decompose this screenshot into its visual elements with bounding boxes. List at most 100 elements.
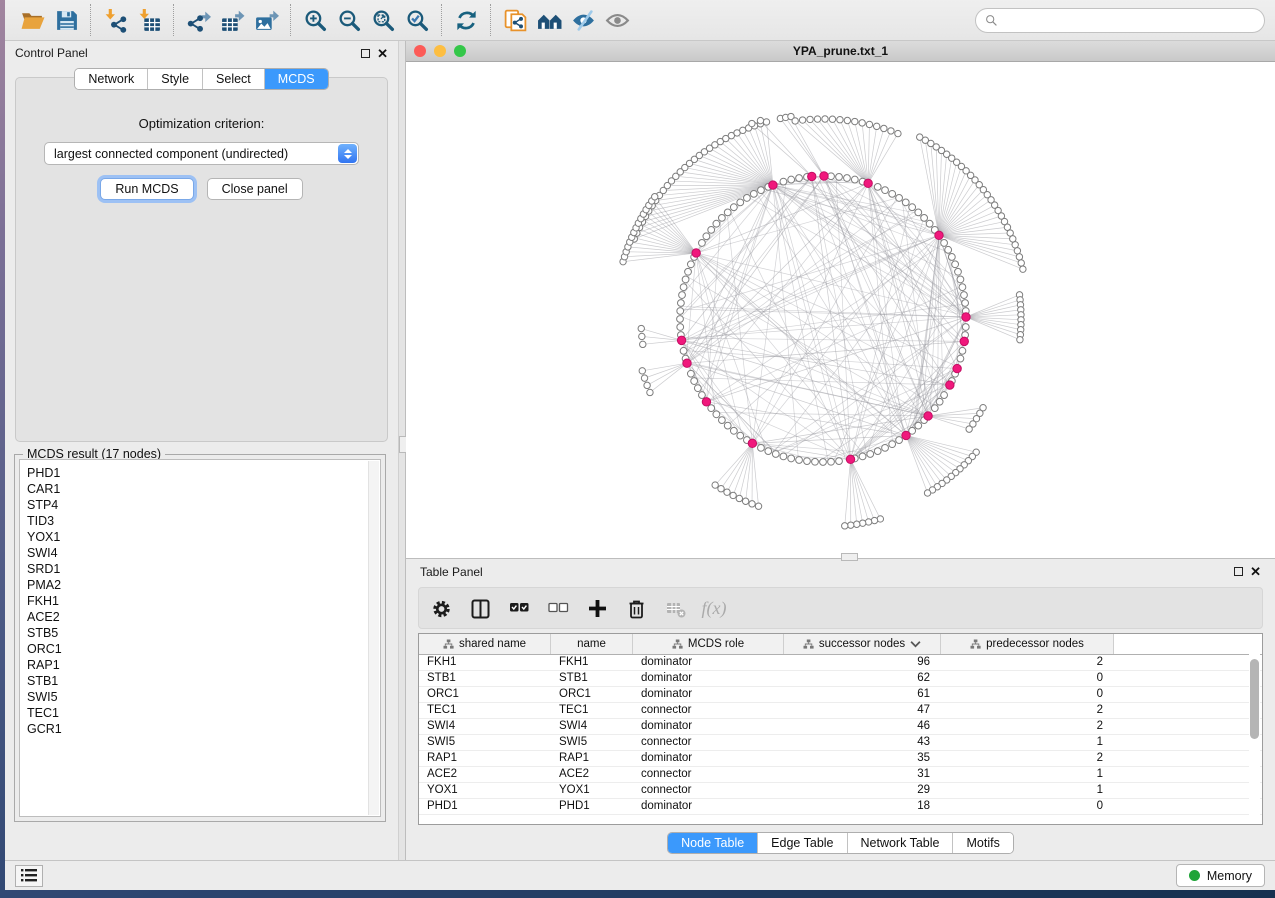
close-panel-button[interactable]: Close panel: [207, 178, 303, 200]
table-row[interactable]: PHD1PHD1dominator180: [419, 799, 1262, 815]
network-node[interactable]: [730, 204, 737, 211]
column-header-MCDS-role[interactable]: MCDS role: [633, 634, 784, 654]
network-node[interactable]: [915, 209, 922, 216]
task-history-button[interactable]: [15, 865, 43, 887]
table-row[interactable]: ORC1ORC1dominator610: [419, 687, 1262, 703]
network-node[interactable]: [867, 451, 874, 458]
mcds-hub-node[interactable]: [924, 412, 932, 420]
mcds-result-item[interactable]: PMA2: [27, 577, 380, 593]
mcds-hub-node[interactable]: [702, 398, 710, 406]
network-node[interactable]: [1020, 266, 1026, 272]
mcds-hub-node[interactable]: [748, 439, 756, 447]
network-node[interactable]: [677, 300, 684, 307]
float-table-panel-icon[interactable]: [1234, 567, 1243, 576]
mcds-result-list[interactable]: PHD1CAR1STP4TID3YOX1SWI4SRD1PMA2FKH1ACE2…: [19, 459, 381, 817]
network-node[interactable]: [1018, 260, 1024, 266]
network-node[interactable]: [792, 118, 798, 124]
mcds-hub-node[interactable]: [935, 231, 943, 239]
network-node[interactable]: [866, 121, 872, 127]
network-node[interactable]: [749, 120, 755, 126]
mcds-result-item[interactable]: STB1: [27, 673, 380, 689]
mcds-result-item[interactable]: ACE2: [27, 609, 380, 625]
horizontal-splitter-grip[interactable]: [841, 553, 858, 561]
network-node[interactable]: [1014, 248, 1020, 254]
mcds-hub-node[interactable]: [769, 181, 777, 189]
run-mcds-button[interactable]: Run MCDS: [100, 178, 193, 200]
open-button[interactable]: [15, 5, 49, 35]
network-node[interactable]: [844, 175, 851, 182]
mcds-hub-node[interactable]: [864, 179, 872, 187]
table-row[interactable]: FKH1FKH1dominator962: [419, 655, 1262, 671]
close-panel-icon[interactable]: ✕: [377, 49, 388, 58]
deselect-all-checks-button[interactable]: [546, 596, 570, 620]
show-all-button[interactable]: [600, 5, 634, 35]
network-node[interactable]: [854, 521, 860, 527]
tab-edge-table[interactable]: Edge Table: [758, 833, 847, 853]
zoom-fit-button[interactable]: [366, 5, 400, 35]
network-node[interactable]: [694, 385, 701, 392]
tab-select[interactable]: Select: [203, 69, 265, 89]
network-node[interactable]: [874, 183, 881, 190]
optimization-select[interactable]: largest connected component (undirected): [44, 142, 359, 165]
mcds-result-item[interactable]: CAR1: [27, 481, 380, 497]
mcds-hub-node[interactable]: [953, 364, 961, 372]
network-node[interactable]: [881, 125, 887, 131]
delete-column-button[interactable]: [624, 596, 648, 620]
network-node[interactable]: [926, 220, 933, 227]
network-node[interactable]: [807, 116, 813, 122]
network-node[interactable]: [961, 292, 968, 299]
network-node[interactable]: [820, 459, 827, 466]
network-node[interactable]: [685, 268, 692, 275]
mcds-result-item[interactable]: TID3: [27, 513, 380, 529]
mcds-hub-node[interactable]: [962, 313, 970, 321]
network-node[interactable]: [844, 117, 850, 123]
network-node[interactable]: [647, 389, 653, 395]
import-table-button[interactable]: [132, 5, 166, 35]
network-node[interactable]: [962, 324, 969, 331]
network-node[interactable]: [724, 209, 731, 216]
network-node[interactable]: [730, 427, 737, 434]
network-node[interactable]: [699, 392, 706, 399]
mcds-result-item[interactable]: TEC1: [27, 705, 380, 721]
network-node[interactable]: [957, 355, 964, 362]
network-node[interactable]: [682, 276, 689, 283]
network-node[interactable]: [837, 117, 843, 123]
network-node[interactable]: [758, 187, 765, 194]
network-node[interactable]: [836, 173, 843, 180]
save-button[interactable]: [49, 5, 83, 35]
network-node[interactable]: [851, 176, 858, 183]
network-node[interactable]: [874, 448, 881, 455]
network-node[interactable]: [889, 190, 896, 197]
select-all-checks-button[interactable]: [507, 596, 531, 620]
network-node[interactable]: [852, 118, 858, 124]
close-table-panel-icon[interactable]: ✕: [1250, 567, 1261, 576]
result-scrollbar[interactable]: [368, 461, 379, 815]
first-neighbors-button[interactable]: [532, 5, 566, 35]
network-node[interactable]: [639, 333, 645, 339]
network-node[interactable]: [639, 368, 645, 374]
network-node[interactable]: [882, 444, 889, 451]
zoom-out-button[interactable]: [332, 5, 366, 35]
network-node[interactable]: [799, 117, 805, 123]
network-node[interactable]: [959, 347, 966, 354]
network-node[interactable]: [780, 453, 787, 460]
network-node[interactable]: [962, 300, 969, 307]
network-node[interactable]: [836, 458, 843, 465]
tab-node-table[interactable]: Node Table: [668, 833, 758, 853]
mcds-hub-node[interactable]: [808, 172, 816, 180]
network-node[interactable]: [640, 341, 646, 347]
network-node[interactable]: [895, 130, 901, 136]
network-node[interactable]: [750, 190, 757, 197]
gear-button[interactable]: [429, 596, 453, 620]
tab-mcds[interactable]: MCDS: [265, 69, 328, 89]
column-header-name[interactable]: name: [551, 634, 633, 654]
network-node[interactable]: [909, 204, 916, 211]
network-node[interactable]: [772, 451, 779, 458]
network-node[interactable]: [822, 116, 828, 122]
mcds-hub-node[interactable]: [820, 172, 828, 180]
network-node[interactable]: [952, 261, 959, 268]
network-node[interactable]: [896, 437, 903, 444]
network-node[interactable]: [713, 220, 720, 227]
network-node[interactable]: [804, 458, 811, 465]
network-node[interactable]: [780, 178, 787, 185]
